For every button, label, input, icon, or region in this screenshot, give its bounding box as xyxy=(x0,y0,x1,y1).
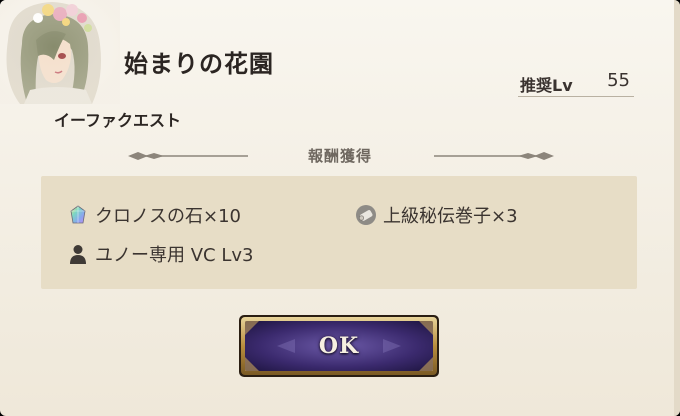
recommended-level-label: 推奨Lv xyxy=(520,76,573,95)
ok-button-label: OK xyxy=(318,333,360,359)
person-icon xyxy=(70,245,86,264)
reward-header: 報酬獲得 xyxy=(0,142,680,170)
reward-list: クロノスの石×10 上級秘伝巻子×3 ユノー専用 VC Lv3 xyxy=(41,176,637,289)
quest-result-dialog: 始まりの花園 推奨Lv 55 イーファクエスト 報酬獲得 クロノスの石×10 上… xyxy=(0,0,680,416)
recommended-level: 推奨Lv 55 xyxy=(518,70,634,97)
scroll-icon xyxy=(356,205,376,225)
reward-label: クロノスの石×10 xyxy=(95,206,241,227)
right-ornament-icon xyxy=(434,152,554,160)
reward-item: ユノー専用 VC Lv3 xyxy=(67,242,253,266)
quest-title: 始まりの花園 xyxy=(124,50,274,78)
quest-category: イーファクエスト xyxy=(54,111,182,130)
reward-label: 上級秘伝巻子×3 xyxy=(383,206,518,227)
chronos-stone-icon xyxy=(70,205,86,224)
recommended-level-value: 55 xyxy=(607,70,630,91)
reward-item: クロノスの石×10 xyxy=(67,203,241,227)
ok-button[interactable]: OK xyxy=(237,313,441,379)
reward-label: ユノー専用 VC Lv3 xyxy=(95,245,254,266)
character-portrait xyxy=(0,0,120,104)
reward-header-label: 報酬獲得 xyxy=(307,147,372,165)
reward-item: 上級秘伝巻子×3 xyxy=(355,203,518,227)
